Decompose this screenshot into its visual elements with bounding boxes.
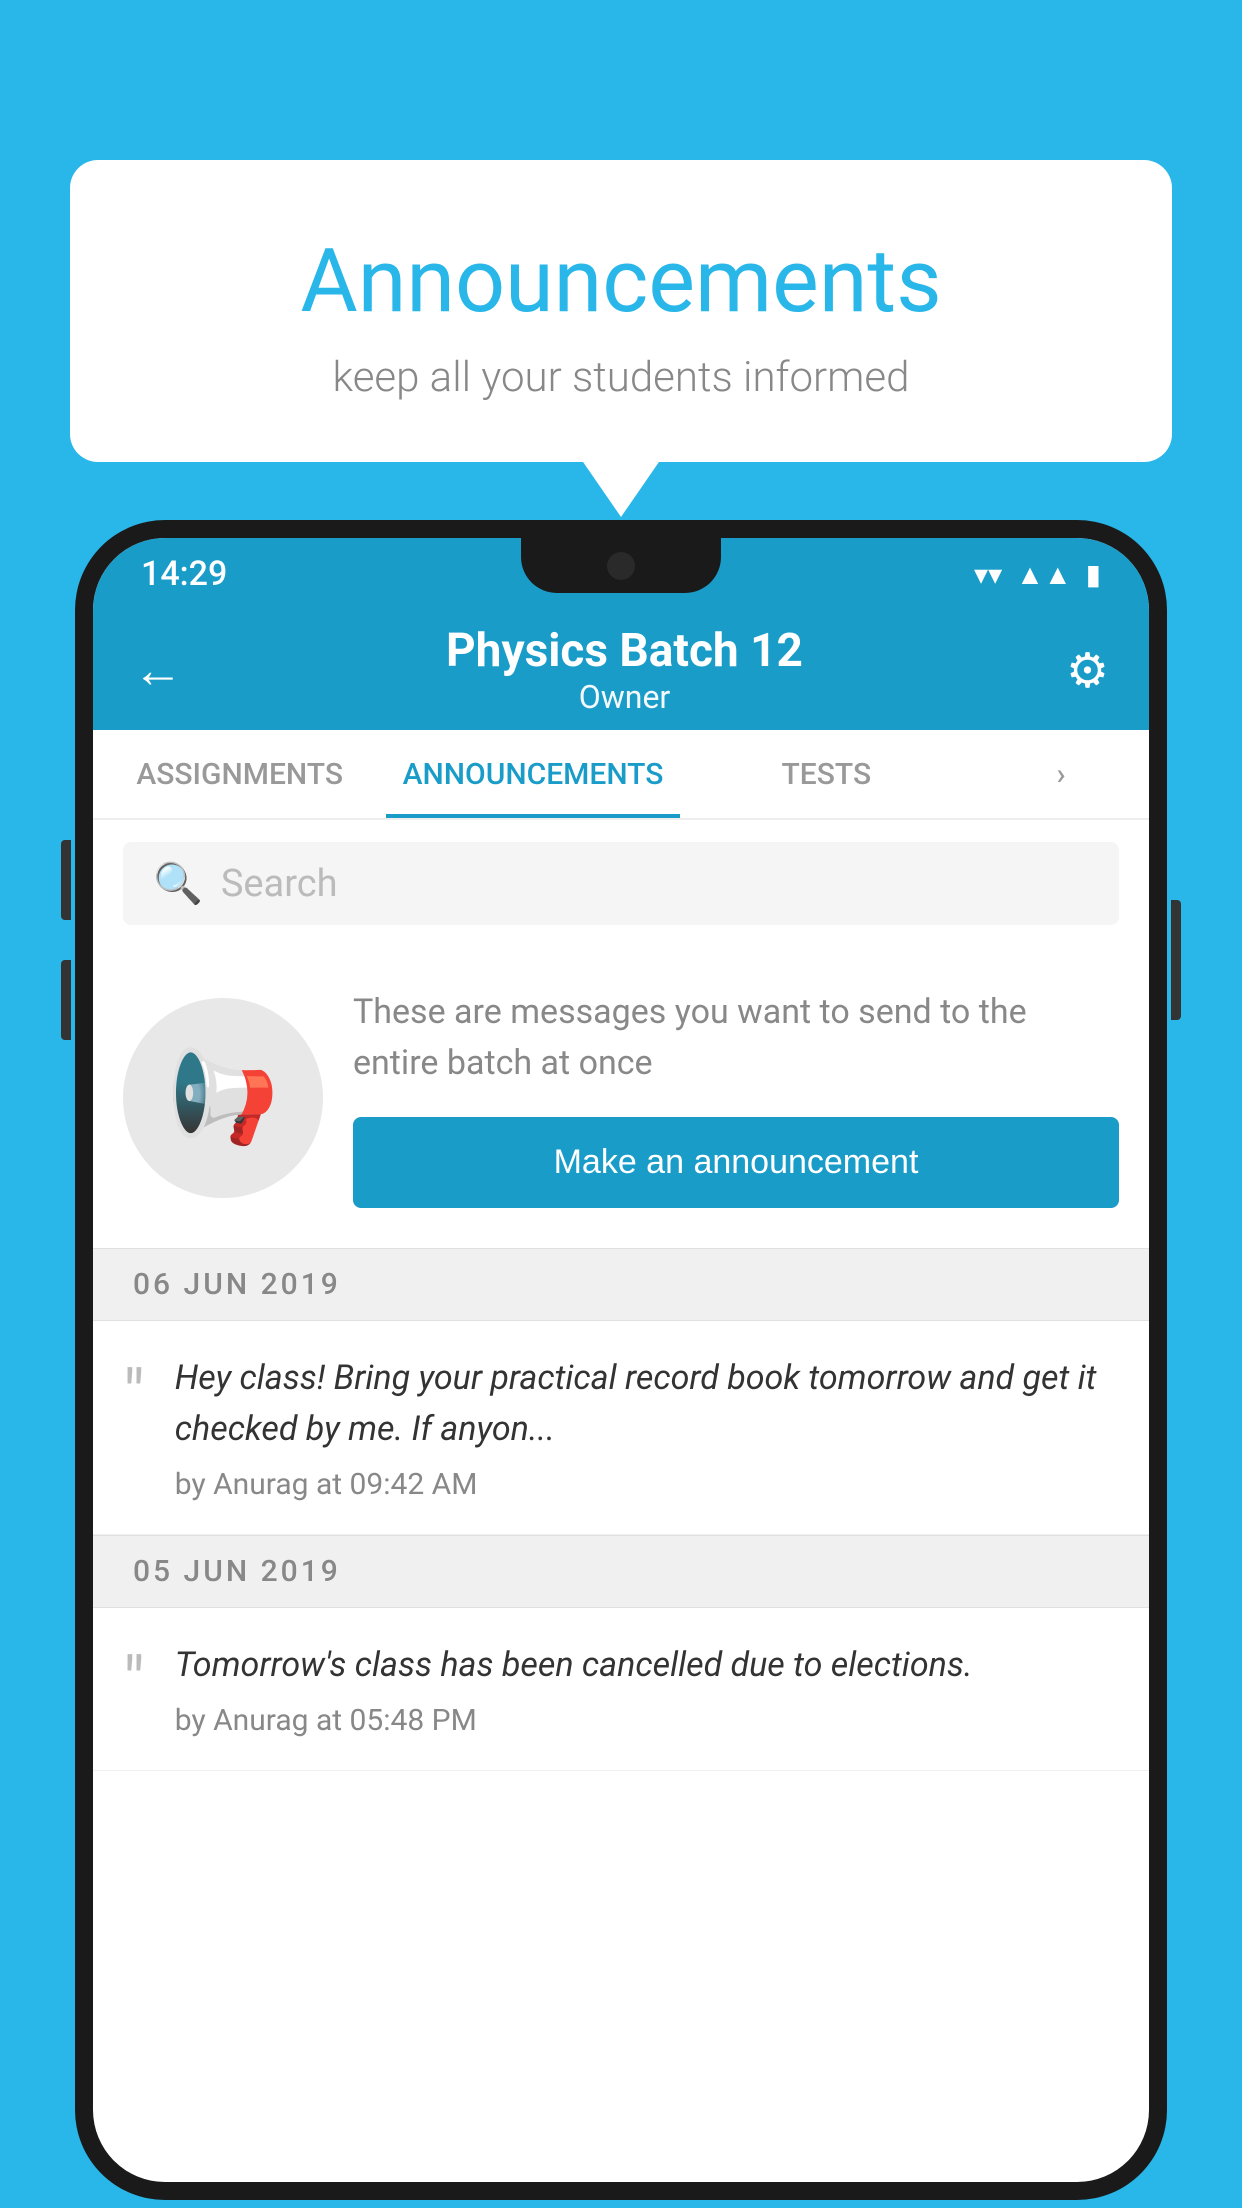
quote-icon-2: " — [123, 1648, 145, 1716]
status-time: 14:29 — [141, 554, 227, 594]
speech-bubble: Announcements keep all your students inf… — [70, 160, 1172, 462]
power-button — [1171, 900, 1181, 1020]
front-camera — [607, 552, 635, 580]
speech-bubble-container: Announcements keep all your students inf… — [70, 160, 1172, 462]
megaphone-icon: 📢 — [167, 1045, 279, 1150]
tab-assignments[interactable]: ASSIGNMENTS — [93, 730, 386, 818]
announcement-text-1: Hey class! Bring your practical record b… — [175, 1353, 1119, 1455]
volume-up-button — [61, 840, 71, 920]
phone-notch — [521, 538, 721, 593]
search-container: 🔍 Search — [93, 820, 1149, 947]
header-title: Physics Batch 12 — [446, 624, 803, 678]
search-bar[interactable]: 🔍 Search — [123, 842, 1119, 925]
tab-announcements[interactable]: ANNOUNCEMENTS — [386, 730, 679, 818]
date-separator-2: 05 JUN 2019 — [93, 1535, 1149, 1608]
search-icon: 🔍 — [153, 860, 203, 907]
announcement-item-2[interactable]: " Tomorrow's class has been cancelled du… — [93, 1608, 1149, 1771]
date-label-2: 05 JUN 2019 — [133, 1554, 341, 1589]
settings-button[interactable]: ⚙ — [1066, 642, 1109, 699]
bubble-title: Announcements — [130, 230, 1112, 333]
date-label-1: 06 JUN 2019 — [133, 1267, 341, 1302]
tab-more[interactable]: › — [973, 730, 1149, 818]
announcement-meta-1: by Anurag at 09:42 AM — [175, 1467, 1119, 1502]
signal-icon: ▲▲ — [1016, 558, 1071, 591]
promo-icon-circle: 📢 — [123, 998, 323, 1198]
volume-down-button — [61, 960, 71, 1040]
promo-text: These are messages you want to send to t… — [353, 987, 1119, 1089]
phone-screen: 14:29 ▾▾ ▲▲ ▮ ← Physics Batch 12 Owner ⚙ — [93, 538, 1149, 2182]
promo-card: 📢 These are messages you want to send to… — [93, 947, 1149, 1248]
tab-tests[interactable]: TESTS — [680, 730, 973, 818]
date-separator-1: 06 JUN 2019 — [93, 1248, 1149, 1321]
announcement-content-1: Hey class! Bring your practical record b… — [175, 1353, 1119, 1502]
header-subtitle: Owner — [446, 678, 803, 716]
phone-container: 14:29 ▾▾ ▲▲ ▮ ← Physics Batch 12 Owner ⚙ — [75, 520, 1167, 2208]
quote-icon-1: " — [123, 1361, 145, 1429]
phone-frame: 14:29 ▾▾ ▲▲ ▮ ← Physics Batch 12 Owner ⚙ — [75, 520, 1167, 2200]
announcement-content-2: Tomorrow's class has been cancelled due … — [175, 1640, 1119, 1738]
promo-content: These are messages you want to send to t… — [353, 987, 1119, 1208]
announcement-item-1[interactable]: " Hey class! Bring your practical record… — [93, 1321, 1149, 1535]
tabs-bar: ASSIGNMENTS ANNOUNCEMENTS TESTS › — [93, 730, 1149, 820]
header-center: Physics Batch 12 Owner — [446, 624, 803, 716]
bubble-subtitle: keep all your students informed — [130, 353, 1112, 402]
status-icons: ▾▾ ▲▲ ▮ — [974, 558, 1101, 591]
back-button[interactable]: ← — [133, 641, 183, 700]
announcement-meta-2: by Anurag at 05:48 PM — [175, 1703, 1119, 1738]
search-input[interactable]: Search — [221, 862, 338, 906]
app-header: ← Physics Batch 12 Owner ⚙ — [93, 610, 1149, 730]
announcement-text-2: Tomorrow's class has been cancelled due … — [175, 1640, 1119, 1691]
battery-icon: ▮ — [1086, 558, 1101, 591]
make-announcement-button[interactable]: Make an announcement — [353, 1117, 1119, 1208]
wifi-icon: ▾▾ — [974, 558, 1002, 591]
